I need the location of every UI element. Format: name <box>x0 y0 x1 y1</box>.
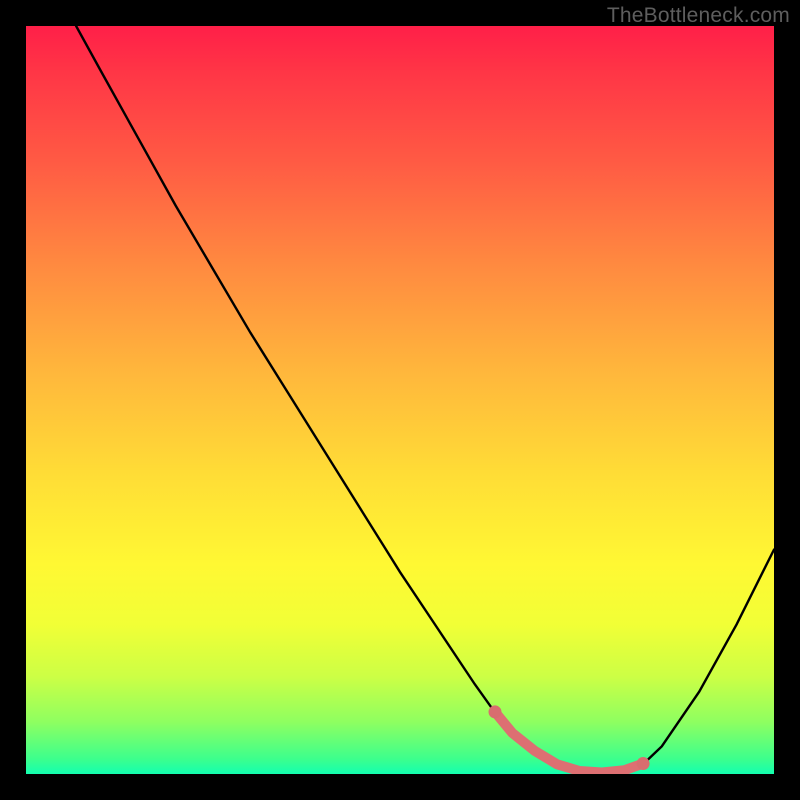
plot-frame <box>26 26 774 774</box>
bottleneck-curve <box>76 26 774 773</box>
highlight-band-dot-start <box>489 705 502 718</box>
curve-layer <box>26 26 774 774</box>
highlight-band-dot-end <box>637 757 650 770</box>
attribution-text: TheBottleneck.com <box>607 4 790 28</box>
highlight-band-line <box>495 712 643 773</box>
